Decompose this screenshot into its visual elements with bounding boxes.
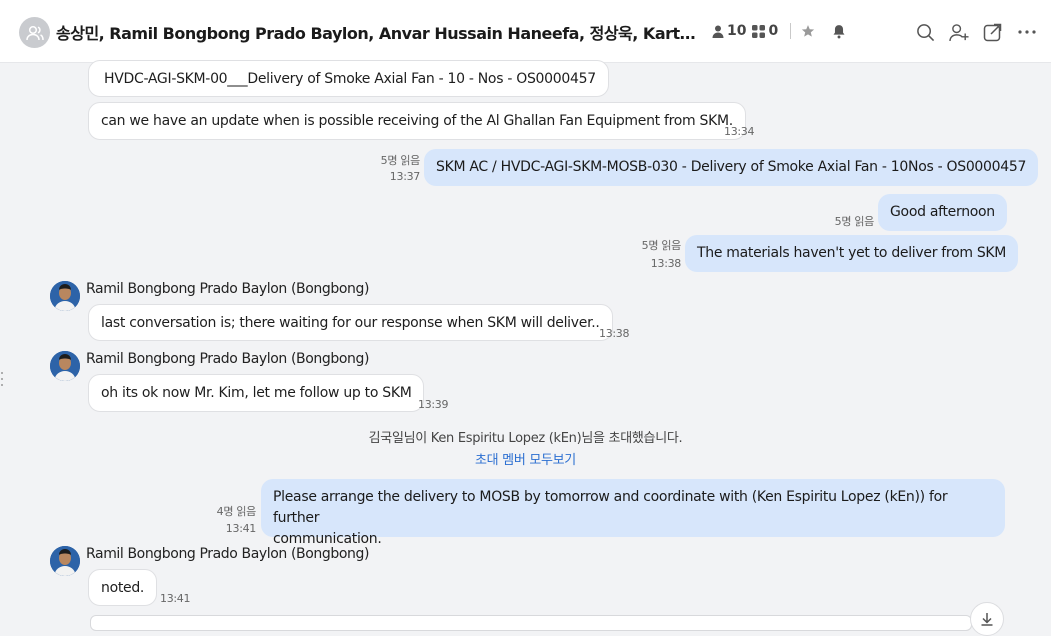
external-window-icon — [983, 23, 1002, 42]
message-bubble[interactable]: HVDC-AGI-SKM-00___Delivery of Smoke Axia… — [88, 60, 609, 97]
read-count: 5명 읽음 — [380, 154, 421, 167]
scroll-to-bottom-button[interactable] — [970, 602, 1004, 636]
message-bubble[interactable]: Good afternoon — [878, 194, 1007, 231]
add-person-icon — [948, 23, 969, 41]
file-count-value: 0 — [768, 23, 779, 39]
bell-icon — [833, 24, 845, 38]
chat-header: 송상민, Ramil Bongbong Prado Baylon, Anvar … — [0, 0, 1051, 63]
header-divider — [790, 23, 792, 39]
message-text: HVDC-AGI-SKM-00___Delivery of Smoke Axia… — [104, 71, 596, 87]
message-time: 13:41 — [160, 592, 191, 605]
group-avatar-icon[interactable] — [19, 17, 50, 48]
sender-name: Ramil Bongbong Prado Baylon (Bongbong) — [86, 351, 370, 367]
view-all-link-text[interactable]: 초대 멤버 모두보기 — [475, 453, 576, 468]
star-icon — [802, 25, 815, 37]
message-text-line: communication. — [273, 531, 382, 547]
notification-button[interactable] — [832, 24, 849, 39]
invite-member-button[interactable] — [948, 21, 970, 43]
chat-title[interactable]: 송상민, Ramil Bongbong Prado Baylon, Anvar … — [56, 20, 696, 44]
message-text: last conversation is; there waiting for … — [101, 315, 600, 331]
message-bubble[interactable]: noted. — [88, 569, 158, 606]
message-bubble[interactable]: last conversation is; there waiting for … — [88, 304, 613, 341]
message-input[interactable] — [90, 615, 972, 631]
message-bubble[interactable]: oh its ok now Mr. Kim, let me follow up … — [88, 374, 425, 412]
message-text: The materials haven't yet to deliver fro… — [697, 245, 1007, 261]
message-text: can we have an update when is possible r… — [101, 113, 733, 129]
read-count: 5명 읽음 — [834, 215, 875, 228]
avatar[interactable] — [50, 351, 80, 381]
message-time: 13:37 — [389, 170, 421, 183]
message-time: 13:38 — [650, 257, 682, 270]
message-bubble[interactable]: can we have an update when is possible r… — [88, 102, 746, 140]
chat-counts: 10 0 — [712, 23, 855, 39]
more-icon — [1018, 30, 1036, 34]
resize-handle[interactable] — [0, 369, 4, 389]
sender-name: Ramil Bongbong Prado Baylon (Bongbong) — [86, 546, 370, 562]
file-count[interactable]: 0 — [752, 23, 778, 39]
search-icon — [916, 23, 934, 41]
message-text: SKM AC / HVDC-AGI-SKM-MOSB-030 - Deliver… — [436, 159, 1027, 175]
system-message: 김국일님이 Ken Espiritu Lopez (kEn)님을 초대했습니다. — [368, 431, 683, 446]
avatar[interactable] — [50, 281, 80, 311]
open-window-button[interactable] — [982, 21, 1004, 43]
message-text: noted. — [101, 580, 145, 596]
member-count-value: 10 — [727, 23, 747, 39]
view-invited-members-link[interactable]: 초대 멤버 모두보기 — [0, 449, 1051, 468]
favorite-button[interactable] — [801, 24, 818, 38]
message-text-line: Please arrange the delivery to MOSB by t… — [273, 489, 948, 526]
read-count: 4명 읽음 — [216, 505, 257, 518]
message-bubble[interactable]: SKM AC / HVDC-AGI-SKM-MOSB-030 - Deliver… — [424, 149, 1039, 186]
search-button[interactable] — [914, 21, 936, 43]
member-count[interactable]: 10 — [712, 23, 746, 39]
message-time: 13:41 — [225, 522, 257, 535]
grid-icon — [752, 24, 766, 38]
person-icon — [712, 25, 724, 38]
message-text: Good afternoon — [890, 204, 995, 220]
more-button[interactable] — [1016, 21, 1038, 43]
message-bubble[interactable]: The materials haven't yet to deliver fro… — [685, 235, 1019, 272]
message-time: 13:34 — [724, 125, 755, 138]
message-time: 13:38 — [599, 327, 630, 340]
message-bubble[interactable]: Please arrange the delivery to MOSB by t… — [261, 479, 1005, 547]
message-text: oh its ok now Mr. Kim, let me follow up … — [101, 385, 412, 401]
sender-name: Ramil Bongbong Prado Baylon (Bongbong) — [86, 281, 370, 297]
avatar[interactable] — [50, 546, 80, 576]
read-count: 5명 읽음 — [641, 239, 682, 252]
message-time: 13:39 — [418, 398, 449, 411]
